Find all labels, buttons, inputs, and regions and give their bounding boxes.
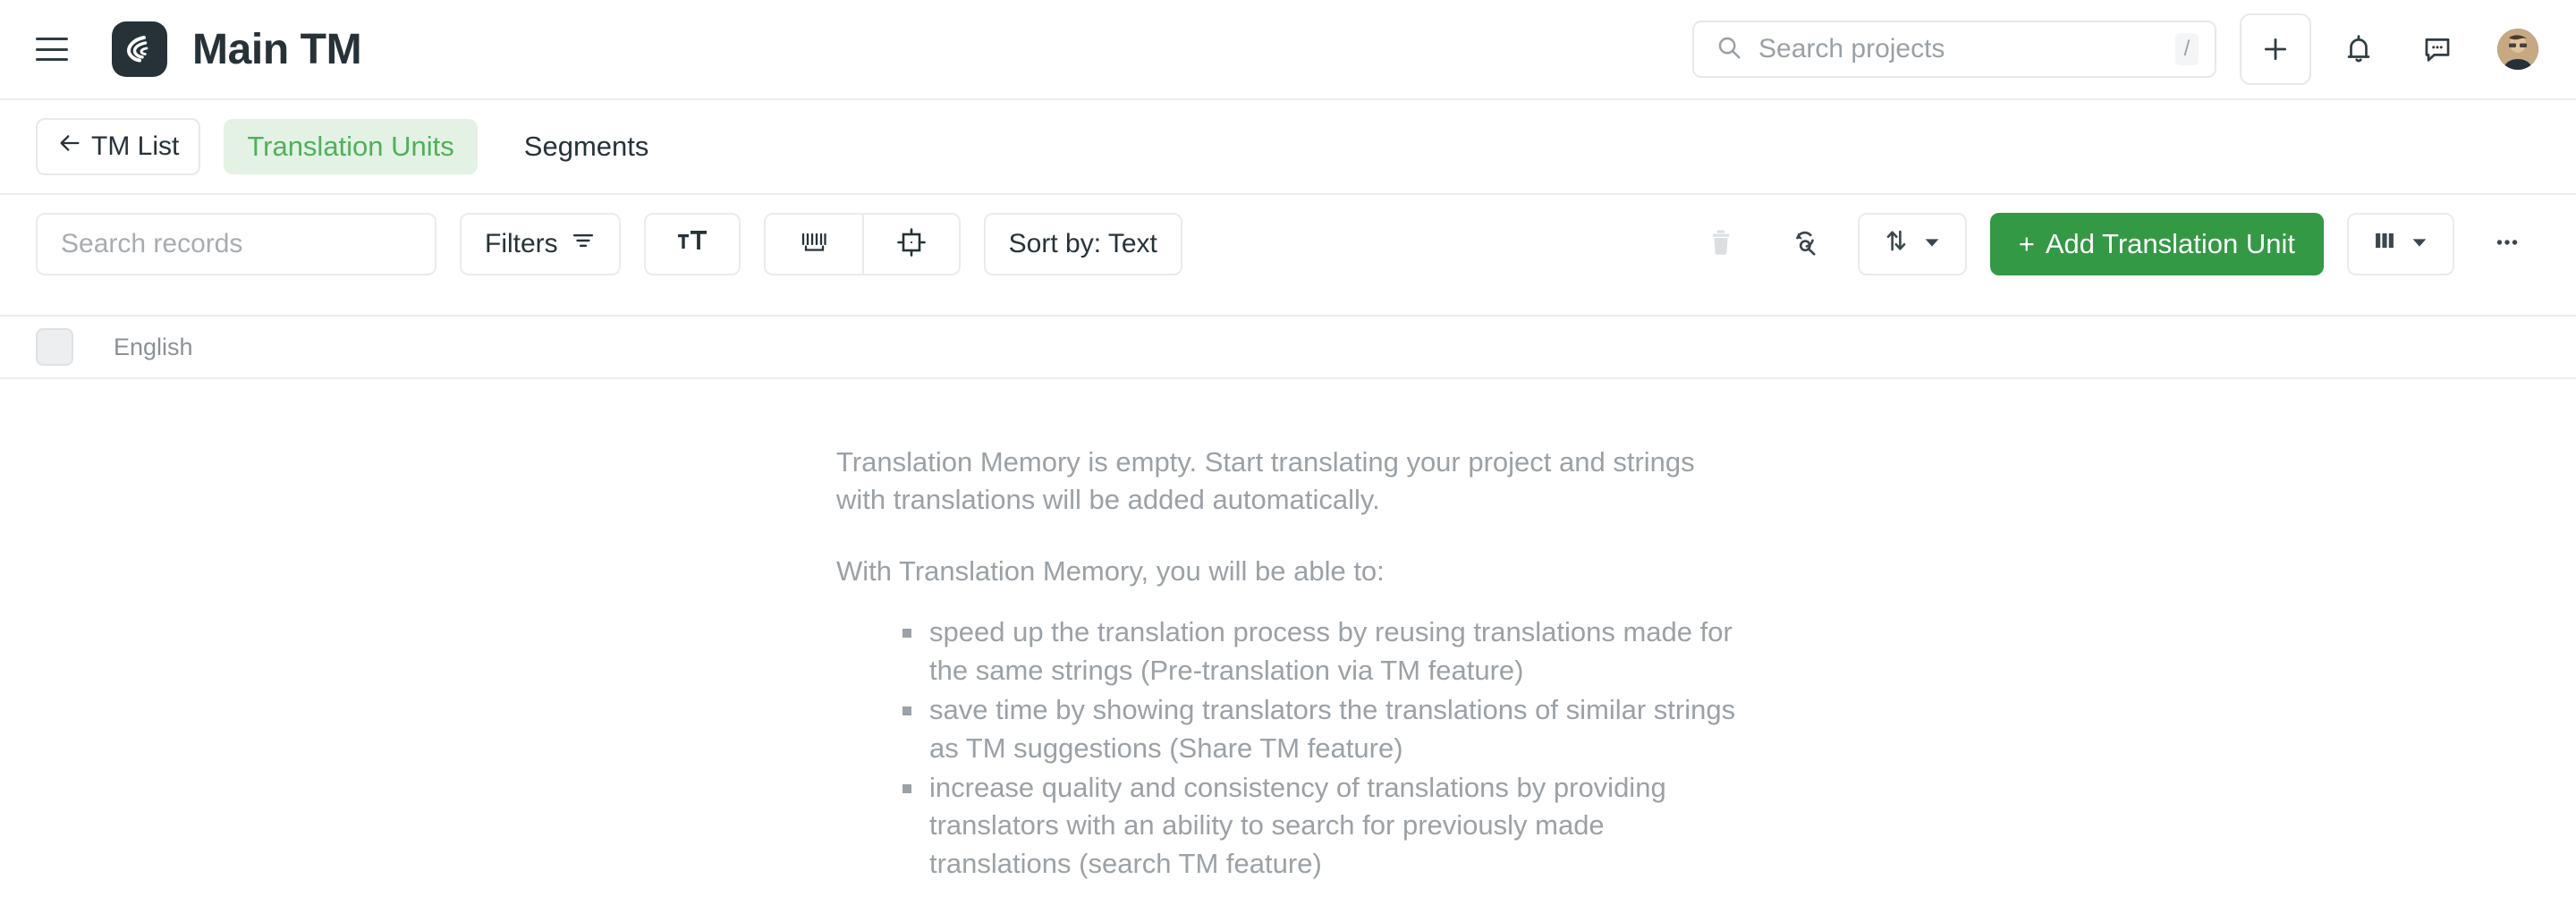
empty-state-benefits-list: speed up the translation process by reus… [902,613,1740,883]
more-options-button[interactable] [2476,213,2538,275]
chevron-down-icon [2410,229,2429,259]
column-header-english: English [114,333,193,360]
user-avatar[interactable] [2497,29,2538,70]
app-header: Main TM / [0,0,2576,100]
hamburger-bar [36,47,68,51]
font-size-button[interactable] [643,213,741,275]
columns-icon [2372,228,2397,260]
tab-translation-units[interactable]: Translation Units [224,119,478,174]
add-translation-unit-label: Add Translation Unit [2045,228,2295,259]
table-header-row: English [0,315,2576,379]
hamburger-bar [36,38,68,40]
columns-dropdown[interactable] [2347,213,2454,275]
empty-state-description: Translation Memory is empty. Start trans… [836,446,1695,516]
display-options-group [763,213,961,275]
filters-label: Filters [485,229,558,258]
search-replace-button[interactable] [1774,213,1836,275]
project-search-box[interactable]: / [1692,21,2216,78]
filters-button[interactable]: Filters [460,213,621,275]
search-shortcut-badge: / [2175,33,2199,65]
trash-icon [1706,227,1736,262]
show-whitespace-icon [798,229,830,260]
arrow-left-icon [57,131,82,163]
search-input[interactable] [1758,34,2175,64]
header-actions: / [1692,13,2538,85]
add-translation-unit-button[interactable]: + Add Translation Unit [1989,213,2324,275]
back-to-tm-list-label: TM List [91,131,180,161]
page-title: Main TM [192,25,362,73]
list-item: increase quality and consistency of tran… [902,769,1740,884]
empty-state-benefits-intro: With Translation Memory, you will be abl… [836,555,1385,588]
more-horizontal-icon [2493,228,2521,261]
search-icon [1716,34,1742,65]
hamburger-bar [36,58,68,61]
records-toolbar: Filters [0,195,2576,293]
hamburger-menu-icon[interactable] [36,38,68,61]
tab-bar: TM List Translation Units Segments [0,100,2576,195]
show-whitespace-button[interactable] [765,215,862,274]
plus-icon: + [2018,228,2035,259]
tab-segments[interactable]: Segments [501,119,673,174]
show-placeholders-button[interactable] [861,215,959,274]
tab-translation-units-label: Translation Units [247,131,454,162]
sort-by-button[interactable]: Sort by: Text [983,213,1182,275]
list-item: save time by showing translators the tra… [902,691,1740,768]
chat-bubble-icon[interactable] [2410,21,2465,77]
filter-icon [571,228,596,260]
search-records-box[interactable] [36,213,436,275]
search-replace-icon [1790,227,1820,262]
font-size-icon [676,226,708,262]
back-to-tm-list-button[interactable]: TM List [36,118,201,175]
sort-by-label: Sort by: Text [1008,229,1157,258]
delete-button[interactable] [1690,213,1752,275]
search-records-input[interactable] [61,229,411,259]
show-placeholders-icon [896,227,927,262]
chevron-down-icon [1922,229,1942,259]
crowdin-logo-icon[interactable] [112,21,167,77]
create-new-button[interactable] [2240,13,2311,85]
bell-icon[interactable] [2331,21,2386,77]
select-all-checkbox[interactable] [36,328,73,366]
import-export-dropdown[interactable] [1857,213,1967,275]
tab-segments-label: Segments [523,131,649,162]
list-item: speed up the translation process by reus… [902,613,1740,690]
import-export-arrows-icon [1883,227,1910,261]
empty-state: Translation Memory is empty. Start trans… [0,379,2576,884]
empty-state-content: Translation Memory is empty. Start trans… [836,444,1740,884]
